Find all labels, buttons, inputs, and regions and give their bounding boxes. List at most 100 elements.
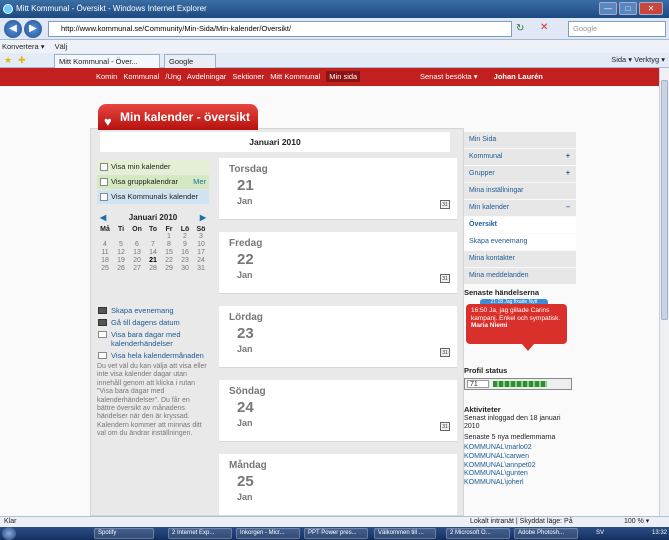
tab-mitt-kommunal[interactable]: Mitt Kommunal - Över...: [54, 54, 160, 68]
nav-mitt-kommunal[interactable]: Mitt Kommunal: [270, 72, 320, 81]
address-bar[interactable]: http://www.kommunal.se/Community/Min-Sid…: [48, 21, 512, 37]
calendar-day[interactable]: 19: [113, 257, 129, 264]
nav-kommunal[interactable]: Kommunal: [123, 72, 159, 81]
calendar-day[interactable]: 15: [161, 249, 177, 256]
taskbar-item[interactable]: PPT Power pres...: [304, 528, 368, 539]
member-link[interactable]: KOMMUNAL\gunten: [464, 470, 576, 479]
vertical-scrollbar[interactable]: [659, 68, 669, 516]
calendar-day[interactable]: 2: [177, 233, 193, 240]
tab-google[interactable]: Google: [164, 54, 216, 68]
taskbar-item[interactable]: 2 Internet Exp...: [168, 528, 232, 539]
add-event-icon[interactable]: 31: [440, 348, 450, 357]
taskbar-item[interactable]: Inkorgen - Micr...: [236, 528, 300, 539]
calendar-day[interactable]: 14: [145, 249, 161, 256]
calendar-day[interactable]: 26: [113, 265, 129, 272]
calendar-day[interactable]: 18: [97, 257, 113, 264]
toggle-group-calendars[interactable]: Visa gruppkalendrar Mer: [97, 175, 209, 189]
user-name[interactable]: Johan Laurén: [494, 72, 543, 81]
calendar-day[interactable]: 23: [177, 257, 193, 264]
search-input[interactable]: Google: [568, 21, 666, 37]
zoom-level[interactable]: 100 % ▾: [624, 517, 649, 527]
calendar-day[interactable]: 28: [145, 265, 161, 272]
toggle-kommunal-calendar[interactable]: Visa Kommunals kalender: [97, 190, 209, 204]
member-link[interactable]: KOMMUNAL\carwen: [464, 453, 576, 462]
calendar-day[interactable]: 9: [177, 241, 193, 248]
recent-visited-menu[interactable]: Senast besökta ▾: [420, 72, 478, 81]
sidebar-item[interactable]: Min kalender –: [464, 200, 576, 216]
maximize-button[interactable]: □: [619, 2, 637, 15]
checkbox[interactable]: [98, 352, 107, 359]
calendar-day[interactable]: 16: [177, 249, 193, 256]
nav-min-sida[interactable]: Min sida: [326, 71, 361, 82]
calendar-day[interactable]: 11: [97, 249, 113, 256]
calendar-day[interactable]: 4: [97, 241, 113, 248]
taskbar-item[interactable]: 2 Microsoft O...: [446, 528, 510, 539]
expand-icon[interactable]: +: [566, 149, 570, 165]
taskbar-item[interactable]: Välkommen till ...: [374, 528, 436, 539]
scrollbar-thumb[interactable]: [661, 80, 668, 320]
calendar-day[interactable]: 31: [193, 265, 209, 272]
add-event-icon[interactable]: 31: [440, 200, 450, 209]
calendar-day[interactable]: 30: [177, 265, 193, 272]
nav-ung[interactable]: /Ung: [165, 72, 181, 81]
expand-icon[interactable]: +: [566, 166, 570, 182]
calendar-day[interactable]: 13: [129, 249, 145, 256]
convert-button[interactable]: Konvertera ▾: [2, 42, 45, 51]
member-link[interactable]: KOMMUNAL\marlo02: [464, 444, 576, 453]
calendar-day[interactable]: 17: [193, 249, 209, 256]
stop-icon[interactable]: ✕: [540, 22, 548, 33]
minimize-button[interactable]: —: [599, 2, 617, 15]
prev-month-icon[interactable]: ◀: [100, 212, 106, 224]
calendar-day[interactable]: 27: [129, 265, 145, 272]
sidebar-item[interactable]: Skapa evenemang: [464, 234, 576, 250]
language-indicator[interactable]: SV: [596, 527, 604, 540]
calendar-day[interactable]: 10: [193, 241, 209, 248]
sidebar-item[interactable]: Kommunal +: [464, 149, 576, 165]
calendar-day[interactable]: 7: [145, 241, 161, 248]
go-to-today-link[interactable]: Gå till dagens datum: [97, 318, 209, 327]
create-event-link[interactable]: Skapa evenemang: [97, 306, 209, 315]
sidebar-item[interactable]: Grupper +: [464, 166, 576, 182]
calendar-day[interactable]: 3: [193, 233, 209, 240]
expand-icon[interactable]: –: [566, 200, 570, 216]
add-event-icon[interactable]: 31: [440, 422, 450, 431]
add-event-icon[interactable]: 31: [440, 274, 450, 283]
sidebar-item[interactable]: Min Sida: [464, 132, 576, 148]
refresh-icon[interactable]: ↻: [516, 23, 524, 34]
calendar-day[interactable]: 5: [113, 241, 129, 248]
calendar-day[interactable]: 20: [129, 257, 145, 264]
only-event-days-checkbox[interactable]: Visa bara dagar med kalenderhändelser: [97, 330, 209, 348]
add-favorites-icon[interactable]: ✚: [18, 55, 26, 66]
select-button[interactable]: Välj: [55, 42, 68, 51]
member-link[interactable]: KOMMUNAL\joherl: [464, 479, 576, 488]
back-icon[interactable]: ◀: [4, 20, 22, 38]
more-link[interactable]: Mer: [193, 175, 206, 189]
sidebar-item[interactable]: Mina inställningar: [464, 183, 576, 199]
taskbar-item[interactable]: Adobe Photosh...: [514, 528, 578, 539]
event-bubble[interactable]: 16:50 Ja, jag gillade Carins kampanj. En…: [466, 304, 567, 344]
checkbox[interactable]: [98, 331, 107, 338]
toggle-my-calendar[interactable]: Visa min kalender: [97, 160, 209, 174]
checkbox[interactable]: [100, 163, 108, 171]
command-bar[interactable]: Sida ▾ Verktyg ▾: [611, 55, 665, 64]
checkbox[interactable]: [100, 178, 108, 186]
calendar-day[interactable]: 1: [161, 233, 177, 240]
calendar-day[interactable]: 22: [161, 257, 177, 264]
nav-komin[interactable]: Komin: [96, 72, 117, 81]
whole-month-checkbox[interactable]: Visa hela kalendermånaden: [97, 351, 209, 360]
sidebar-item[interactable]: Mina kontakter: [464, 251, 576, 267]
checkbox[interactable]: [100, 193, 108, 201]
taskbar-item[interactable]: Spotify: [94, 528, 154, 539]
calendar-day[interactable]: 21: [145, 257, 161, 264]
forward-icon[interactable]: ▶: [24, 20, 42, 38]
next-month-icon[interactable]: ▶: [200, 212, 206, 224]
nav-sektioner[interactable]: Sektioner: [232, 72, 264, 81]
calendar-day[interactable]: 29: [161, 265, 177, 272]
sidebar-item[interactable]: Översikt: [464, 217, 576, 233]
member-link[interactable]: KOMMUNAL\annpet02: [464, 462, 576, 471]
calendar-day[interactable]: 24: [193, 257, 209, 264]
favorites-star-icon[interactable]: ★: [4, 55, 12, 66]
start-button[interactable]: [2, 527, 16, 540]
close-button[interactable]: ✕: [639, 2, 663, 15]
calendar-day[interactable]: 25: [97, 265, 113, 272]
